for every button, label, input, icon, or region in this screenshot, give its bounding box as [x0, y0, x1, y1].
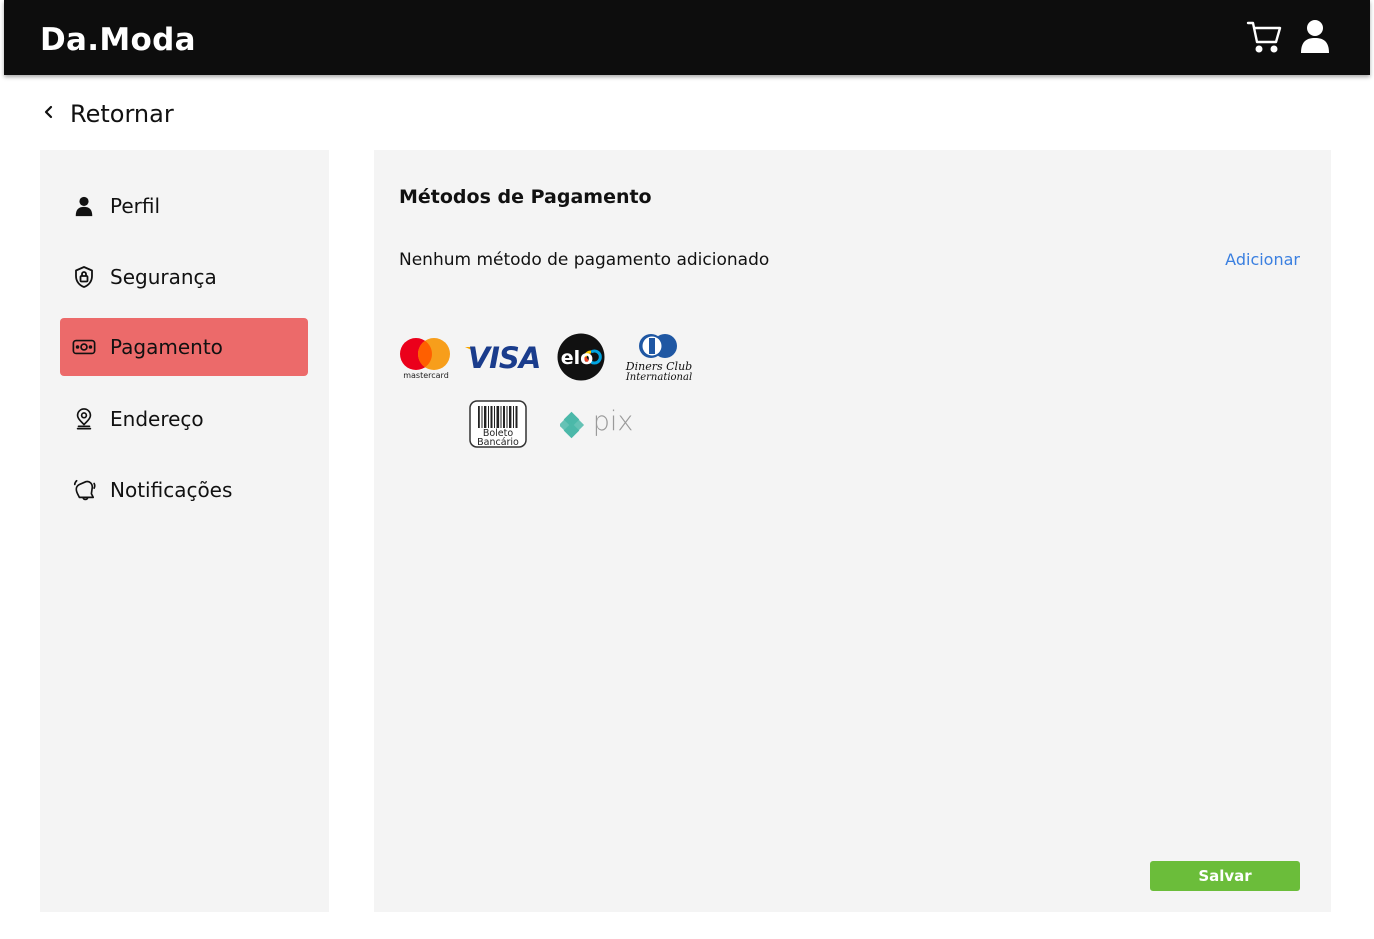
pix-text: pix [593, 406, 634, 437]
pix-logo: pix [558, 405, 646, 441]
sidebar-item-pagamento[interactable]: Pagamento [60, 318, 308, 376]
back-label: Retornar [70, 100, 174, 128]
location-pin-icon [72, 407, 96, 431]
sidebar-item-label: Endereço [110, 407, 204, 431]
boleto-logo: Boleto Bancário [469, 400, 527, 448]
add-payment-link[interactable]: Adicionar [1225, 250, 1300, 269]
sidebar-item-label: Pagamento [110, 335, 223, 359]
money-icon [72, 335, 96, 359]
diners-club-logo: Diners Club International [624, 333, 694, 383]
user-icon [72, 194, 96, 218]
shield-lock-icon [72, 265, 96, 289]
back-link[interactable]: Retornar [40, 98, 174, 130]
elo-logo: elo [557, 333, 605, 381]
sidebar-item-notificacoes[interactable]: Notificações [60, 461, 308, 519]
sidebar-item-endereco[interactable]: Endereço [60, 390, 308, 448]
sidebar-item-label: Segurança [110, 265, 217, 289]
page-title: Métodos de Pagamento [399, 186, 652, 208]
empty-state-message: Nenhum método de pagamento adicionado [399, 250, 770, 270]
brand-logo[interactable]: Da.Moda [40, 22, 196, 58]
cart-icon[interactable] [1246, 20, 1282, 54]
payment-panel: Métodos de Pagamento Nenhum método de pa… [374, 150, 1331, 912]
sidebar-item-label: Perfil [110, 194, 161, 218]
top-bar: Da.Moda [4, 0, 1370, 75]
diners-text-2: International [625, 372, 692, 383]
boleto-text-2: Bancário [477, 437, 519, 448]
visa-text: VISA [468, 341, 541, 374]
elo-text: elo [561, 347, 593, 369]
sidebar-item-seguranca[interactable]: Segurança [60, 248, 308, 306]
mastercard-text: mastercard [403, 371, 449, 380]
sidebar-item-label: Notificações [110, 478, 233, 502]
visa-logo: VISA [464, 340, 544, 375]
chevron-left-icon [40, 103, 58, 125]
save-button[interactable]: Salvar [1150, 861, 1300, 891]
user-icon[interactable] [1299, 19, 1331, 55]
mastercard-logo: mastercard [398, 335, 454, 381]
bell-icon [72, 478, 96, 502]
sidebar: Perfil Segurança Pagamento Endereço Noti… [40, 150, 329, 912]
sidebar-item-perfil[interactable]: Perfil [60, 177, 308, 235]
